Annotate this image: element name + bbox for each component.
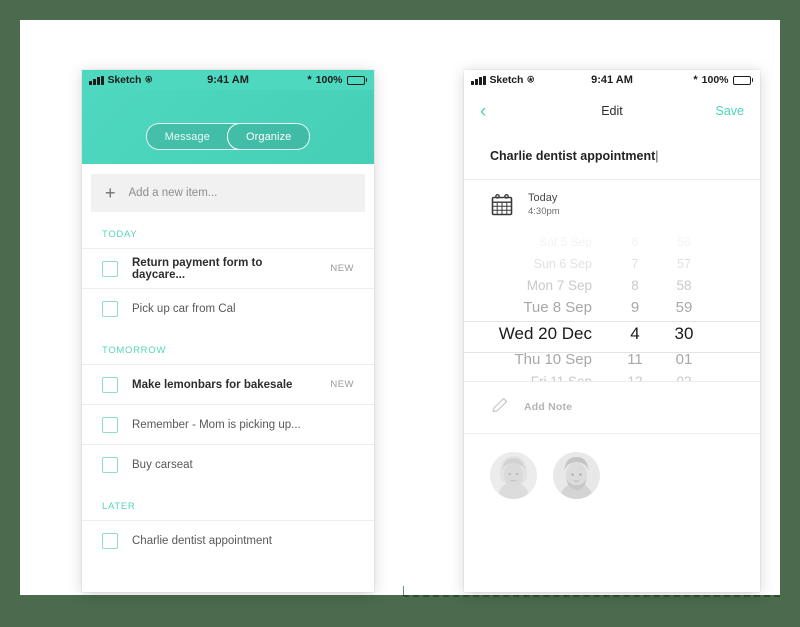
- battery-percent-label: 100%: [701, 74, 729, 86]
- status-bar-left: Sketch ⍟ 9:41 AM * 100%: [82, 70, 374, 90]
- checkbox[interactable]: [102, 260, 118, 277]
- date-time-label: 4:30pm: [528, 205, 560, 217]
- picker-hour-label: 11: [627, 351, 643, 369]
- wifi-icon: ⍟: [145, 73, 152, 86]
- section-header: TOMORROW: [102, 345, 167, 356]
- chevron-left-icon[interactable]: ‹: [480, 102, 486, 121]
- date-summary-row[interactable]: Today 4:30pm: [464, 180, 760, 229]
- picker-row[interactable]: Sat 5 Sep 6 56: [464, 231, 760, 253]
- segment-organize[interactable]: Organize: [226, 124, 310, 149]
- pencil-icon: [490, 395, 510, 420]
- todo-row[interactable]: Charlie dentist appointment: [82, 520, 374, 560]
- bluetooth-icon: *: [693, 73, 698, 86]
- calendar-icon: [490, 193, 514, 217]
- wifi-icon: ⍟: [527, 73, 534, 86]
- picker-row[interactable]: Fri 11 Sep1202: [464, 371, 760, 381]
- picker-day-label: Fri 11 Sep: [464, 374, 614, 381]
- canvas-guide-line: [403, 595, 780, 597]
- date-time-picker[interactable]: Sat 5 Sep 6 56 Sun 6 Sep 7 57 Mon 7 Sep 8 58 Tue …: [464, 229, 760, 381]
- picker-hour-label: 4: [630, 323, 640, 343]
- phone-mockup-right: Sketch ⍟ 9:41 AM * 100% ‹ Edit Save Char…: [464, 70, 760, 592]
- picker-day-label: Tue 8 Sep: [523, 299, 592, 317]
- picker-row[interactable]: Thu 10 Sep 11 01: [464, 349, 760, 371]
- add-new-item-row[interactable]: + Add a new item...: [91, 174, 365, 212]
- segmented-control[interactable]: Message Organize: [145, 123, 311, 150]
- todo-row[interactable]: Pick up car from Cal: [82, 288, 374, 328]
- checkbox[interactable]: [102, 416, 118, 433]
- carrier-label: Sketch: [489, 74, 524, 86]
- picker-minute-label: 01: [675, 351, 693, 369]
- plus-icon: +: [105, 183, 116, 203]
- task-title-field[interactable]: Charlie dentist appointment|: [464, 132, 760, 180]
- battery-full-icon: [732, 75, 753, 85]
- new-badge: NEW: [330, 263, 354, 274]
- checkbox[interactable]: [102, 532, 118, 549]
- picker-minute-label: 59: [675, 299, 693, 317]
- picker-minute-label: 02: [656, 374, 712, 381]
- date-primary-label: Today: [528, 192, 558, 204]
- picker-row[interactable]: Tue 8 Sep 9 59: [464, 297, 760, 319]
- picker-row-selected[interactable]: Wed 20 Dec 4 30: [464, 319, 760, 349]
- todo-row[interactable]: Remember - Mom is picking up...: [82, 404, 374, 444]
- signal-bars-icon: [471, 75, 486, 85]
- status-bar-right: Sketch ⍟ 9:41 AM * 100%: [464, 70, 760, 90]
- picker-hour-label: 6: [631, 234, 639, 249]
- signal-bars-icon: [89, 75, 104, 85]
- todo-row[interactable]: Return payment form to daycare... NEW: [82, 248, 374, 288]
- todo-row[interactable]: Buy carseat: [82, 444, 374, 484]
- todo-label: Charlie dentist appointment: [132, 534, 272, 547]
- picker-minute-label: 30: [674, 323, 694, 343]
- checkbox[interactable]: [102, 376, 118, 393]
- picker-day-label: Wed 20 Dec: [498, 323, 592, 343]
- app-header-left: Message Organize: [82, 90, 374, 164]
- picker-hour-label: 8: [631, 278, 639, 294]
- phone-mockup-left: Sketch ⍟ 9:41 AM * 100% Message Organize…: [82, 70, 374, 592]
- todo-row[interactable]: Make lemonbars for bakesale NEW: [82, 364, 374, 404]
- segment-message[interactable]: Message: [147, 124, 228, 149]
- picker-row[interactable]: Sun 6 Sep 7 57: [464, 253, 760, 275]
- todo-label: Buy carseat: [132, 458, 193, 471]
- todo-list: TODAY Return payment form to daycare... NE…: [82, 212, 374, 560]
- new-badge: NEW: [330, 379, 354, 390]
- checkbox[interactable]: [102, 300, 118, 317]
- battery-percent-label: 100%: [315, 74, 343, 86]
- bluetooth-icon: *: [307, 73, 312, 86]
- save-button[interactable]: Save: [716, 104, 745, 118]
- picker-day-label: Mon 7 Sep: [526, 278, 592, 294]
- assignee-avatar-list: [464, 434, 760, 517]
- todo-label: Pick up car from Cal: [132, 302, 236, 315]
- battery-full-icon: [346, 75, 367, 85]
- carrier-label: Sketch: [107, 74, 142, 86]
- navigation-bar: ‹ Edit Save: [464, 90, 760, 132]
- design-canvas: Sketch ⍟ 9:41 AM * 100% Message Organize…: [20, 20, 780, 595]
- add-note-label: Add Note: [524, 401, 573, 414]
- picker-minute-label: 56: [677, 234, 691, 249]
- section-header: LATER: [102, 501, 136, 512]
- add-new-item-placeholder: Add a new item...: [128, 187, 218, 199]
- picker-row[interactable]: Mon 7 Sep 8 58: [464, 275, 760, 297]
- picker-hour-label: 9: [630, 299, 640, 317]
- picker-minute-label: 58: [676, 278, 692, 294]
- avatar-person-2[interactable]: [553, 451, 600, 499]
- task-title-text: Charlie dentist appointment: [490, 149, 656, 163]
- checkbox[interactable]: [102, 456, 118, 473]
- picker-day-label: Thu 10 Sep: [514, 351, 592, 369]
- picker-hour-label: 7: [631, 256, 639, 271]
- add-note-row[interactable]: Add Note: [464, 380, 760, 434]
- todo-label: Return payment form to daycare...: [132, 256, 263, 281]
- todo-label: Make lemonbars for bakesale: [132, 378, 293, 391]
- todo-label: Remember - Mom is picking up...: [132, 418, 301, 431]
- text-cursor: |: [655, 149, 659, 163]
- picker-day-label: Sat 5 Sep: [539, 234, 592, 249]
- avatar-person-1[interactable]: [490, 451, 537, 499]
- picker-minute-label: 57: [677, 256, 691, 271]
- picker-hour-label: 12: [614, 374, 656, 381]
- picker-day-label: Sun 6 Sep: [533, 256, 592, 271]
- section-header: TODAY: [102, 229, 138, 240]
